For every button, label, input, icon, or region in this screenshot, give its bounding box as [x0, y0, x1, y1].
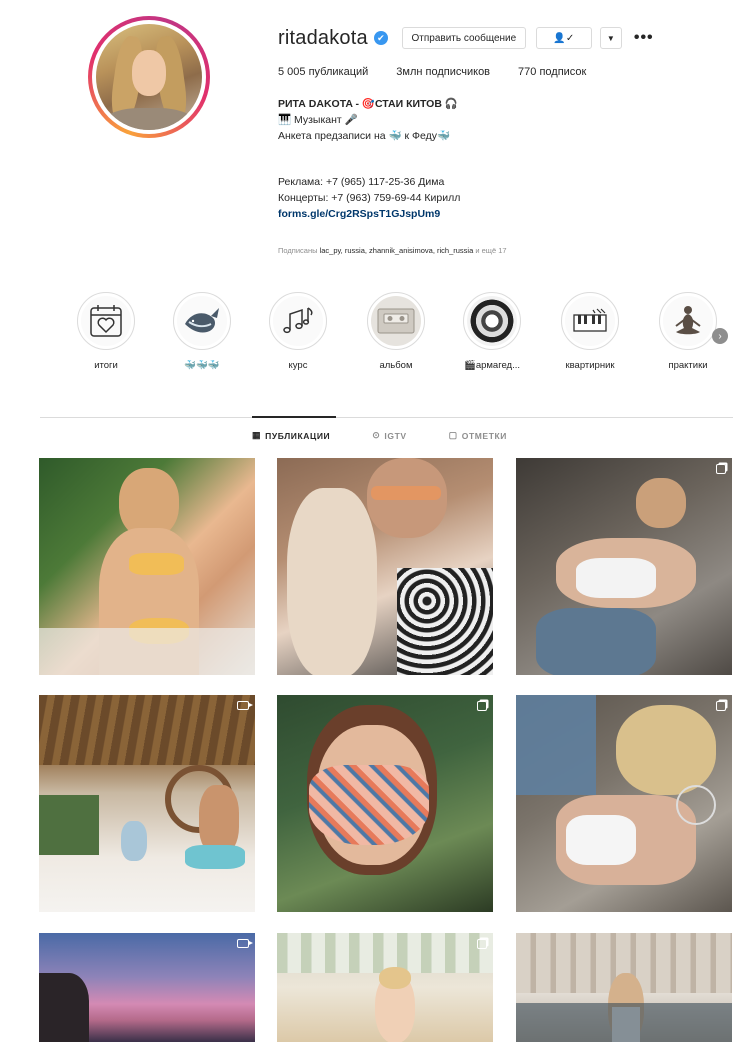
highlight-itogi[interactable]: итоги: [66, 292, 146, 371]
verified-badge-icon: ✔: [373, 31, 388, 45]
profile-tabs: ▦ ПУБЛИКАЦИИ ⊙ IGTV ▢ ОТМЕТКИ: [252, 430, 549, 441]
followed-by[interactable]: Подписаны lac_py, russia, zhannik_anisim…: [278, 246, 507, 255]
highlight-label: 🎬армагед...: [463, 360, 520, 371]
active-tab-indicator: [252, 416, 336, 418]
profile-stats: 5 005 публикаций 3млн подписчиков 770 по…: [278, 66, 614, 78]
highlight-label: квартирник: [565, 360, 615, 371]
gallery-badge-icon: [716, 701, 726, 711]
post-thumbnail[interactable]: [516, 933, 732, 1042]
more-options-icon[interactable]: •••: [634, 29, 654, 47]
bio-role: 🎹 Музыкант 🎤: [278, 114, 358, 126]
highlight-armageddon[interactable]: 🎬армагед...: [452, 292, 532, 371]
cassette-icon: [371, 296, 421, 346]
followed-by-suffix: и ещё 17: [473, 246, 507, 255]
gallery-badge-icon: [477, 939, 487, 949]
post-thumbnail[interactable]: [277, 695, 493, 912]
bio-link[interactable]: forms.gle/Crg2RSpsT1GJspUm9: [278, 206, 608, 222]
tab-label: ОТМЕТКИ: [461, 430, 507, 441]
username: ritadakota: [278, 26, 368, 49]
highlight-kvartirnik[interactable]: квартирник: [550, 292, 630, 371]
splash-photo-icon: [467, 296, 517, 346]
tagged-icon: ▢: [448, 430, 458, 440]
followed-by-names[interactable]: lac_py, russia, zhannik_anisimova, rich_…: [320, 246, 474, 255]
tab-tagged[interactable]: ▢ ОТМЕТКИ: [449, 430, 507, 441]
highlight-whales[interactable]: 🐳🐳🐳: [162, 292, 242, 371]
post-thumbnail[interactable]: [39, 458, 255, 675]
post-thumbnail[interactable]: [516, 695, 732, 912]
post-thumbnail[interactable]: [277, 458, 493, 675]
bio-ads-contact: Реклама: +7 (965) 117-25-36 Дима: [278, 176, 445, 188]
send-message-button[interactable]: Отправить сообщение: [401, 27, 526, 49]
highlight-album[interactable]: альбом: [356, 292, 436, 371]
tabs-divider: [40, 417, 733, 418]
highlights-next-arrow-icon[interactable]: ›: [712, 328, 728, 344]
calendar-heart-icon: [81, 296, 131, 346]
followers-count[interactable]: 3млн подписчиков: [396, 66, 490, 78]
video-badge-icon: [237, 701, 253, 710]
story-highlights: итоги 🐳🐳🐳 курс альбом 🎬армагед... кварти…: [66, 292, 736, 382]
bio-name: РИТА DAKOTA - 🎯СТАИ КИТОВ 🎧: [278, 98, 458, 110]
tab-label: ПУБЛИКАЦИИ: [265, 430, 331, 441]
following-button[interactable]: 👤✓: [535, 27, 592, 49]
highlight-label: 🐳🐳🐳: [184, 360, 220, 371]
profile-bio: РИТА DAKOTA - 🎯СТАИ КИТОВ 🎧 🎹 Музыкант 🎤…: [278, 96, 608, 222]
tab-posts[interactable]: ▦ ПУБЛИКАЦИИ: [252, 430, 330, 441]
highlight-label: итоги: [94, 360, 118, 371]
tab-igtv[interactable]: ⊙ IGTV: [372, 430, 406, 441]
gallery-badge-icon: [716, 464, 726, 474]
highlight-label: курс: [288, 360, 308, 371]
whale-icon: [177, 296, 227, 346]
tab-label: IGTV: [384, 430, 407, 441]
profile-avatar[interactable]: [88, 16, 210, 138]
highlight-label: практики: [668, 360, 708, 371]
followed-by-prefix: Подписаны: [278, 246, 320, 255]
gallery-badge-icon: [477, 701, 487, 711]
following-count[interactable]: 770 подписок: [518, 66, 586, 78]
post-thumbnail[interactable]: [39, 933, 255, 1042]
music-notes-icon: [273, 296, 323, 346]
highlight-label: альбом: [379, 360, 413, 371]
profile-header-row: ritadakota ✔ Отправить сообщение 👤✓ ▼ ••…: [278, 26, 654, 50]
avatar-photo: [96, 24, 202, 130]
grid-icon: ▦: [252, 430, 262, 440]
meditation-icon: [663, 296, 713, 346]
suggestions-dropdown-button[interactable]: ▼: [599, 27, 622, 49]
post-thumbnail[interactable]: [277, 933, 493, 1042]
highlight-kurs[interactable]: курс: [258, 292, 338, 371]
avatar-border: [92, 20, 206, 134]
video-badge-icon: [237, 939, 253, 948]
piano-keyboard-icon: [565, 296, 615, 346]
bio-anketa: Анкета предзаписи на 🐳 к Феду🐳: [278, 130, 451, 142]
igtv-icon: ⊙: [372, 430, 381, 440]
bio-concerts-contact: Концерты: +7 (963) 759-69-44 Кирилл: [278, 192, 461, 204]
post-thumbnail[interactable]: [516, 458, 732, 675]
post-thumbnail[interactable]: [39, 695, 255, 912]
posts-count: 5 005 публикаций: [278, 66, 369, 78]
